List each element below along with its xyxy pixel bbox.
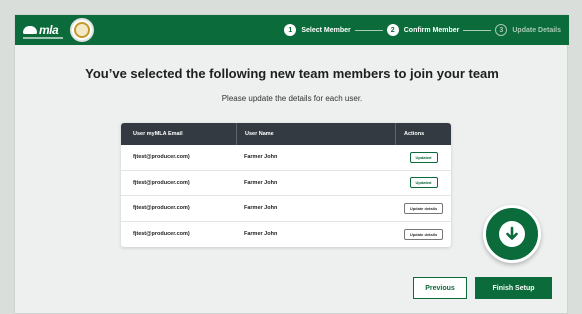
table-header: User myMLA Email User Name Actions	[121, 123, 451, 145]
page-title: You’ve selected the following new team m…	[85, 66, 499, 81]
mla-logo-text: mla	[39, 23, 59, 37]
step-number: 2	[386, 24, 399, 36]
column-header-name: User Name	[236, 123, 396, 145]
fab-inner	[499, 221, 525, 247]
team-members-table: User myMLA Email User Name Actions fjtes…	[121, 123, 451, 247]
arrow-down-icon	[506, 226, 518, 240]
actions-cell: Updated	[396, 151, 451, 163]
email-cell: fjtest@producer.com)	[133, 205, 190, 212]
name-cell: Farmer John	[244, 179, 278, 186]
step-confirm-member: 2 Confirm Member	[386, 24, 460, 36]
mla-logo[interactable]: mla	[23, 23, 63, 39]
scroll-down-button[interactable]	[483, 205, 541, 263]
email-cell: fjtest@producer.com)	[133, 154, 190, 161]
updated-button[interactable]: Updated	[409, 151, 438, 163]
actions-cell: Updated	[396, 177, 451, 189]
name-cell: Farmer John	[244, 231, 278, 238]
logo-tagline	[23, 37, 63, 39]
actions-cell: Update details	[396, 228, 451, 240]
column-header-email: User myMLA Email	[133, 131, 183, 137]
email-cell: fjtest@producer.com)	[133, 231, 190, 238]
progress-stepper: 1 Select Member 2 Confirm Member 3 Updat…	[284, 15, 569, 45]
table-row: fjtest@producer.com) Farmer John Updated	[121, 145, 451, 171]
updated-button[interactable]: Updated	[409, 177, 438, 189]
name-cell: Farmer John	[244, 154, 278, 161]
actions-cell: Update details	[396, 202, 451, 214]
update-details-button[interactable]: Update details	[403, 228, 444, 240]
step-number: 1	[284, 24, 297, 36]
finish-setup-button[interactable]: Finish Setup	[475, 277, 552, 299]
step-select-member: 1 Select Member	[284, 24, 351, 36]
table-row: fjtest@producer.com) Farmer John Update …	[121, 222, 451, 248]
table-row: fjtest@producer.com) Farmer John Update …	[121, 196, 451, 222]
partner-badge-logo	[70, 18, 94, 42]
table-row: fjtest@producer.com) Farmer John Updated	[121, 171, 451, 196]
step-label: Select Member	[301, 26, 351, 34]
name-cell: Farmer John	[244, 205, 278, 212]
previous-button[interactable]: Previous	[413, 277, 467, 299]
step-connector	[354, 29, 383, 31]
step-number: 3	[495, 24, 508, 36]
mla-logo-icon	[23, 26, 37, 34]
email-cell: fjtest@producer.com)	[133, 179, 190, 186]
top-bar: mla 1 Select Member 2 Confirm Member 3 U…	[15, 15, 569, 45]
app-frame: mla 1 Select Member 2 Confirm Member 3 U…	[14, 14, 569, 314]
page-subtitle: Please update the details for each user.	[221, 94, 363, 103]
step-label: Confirm Member	[403, 26, 460, 34]
step-connector	[463, 29, 492, 31]
step-update-details: 3 Update Details	[495, 24, 561, 36]
step-label: Update Details	[512, 26, 561, 34]
badge-emblem-icon	[74, 22, 90, 38]
column-header-actions: Actions	[404, 131, 425, 137]
update-details-button[interactable]: Update details	[403, 202, 444, 214]
